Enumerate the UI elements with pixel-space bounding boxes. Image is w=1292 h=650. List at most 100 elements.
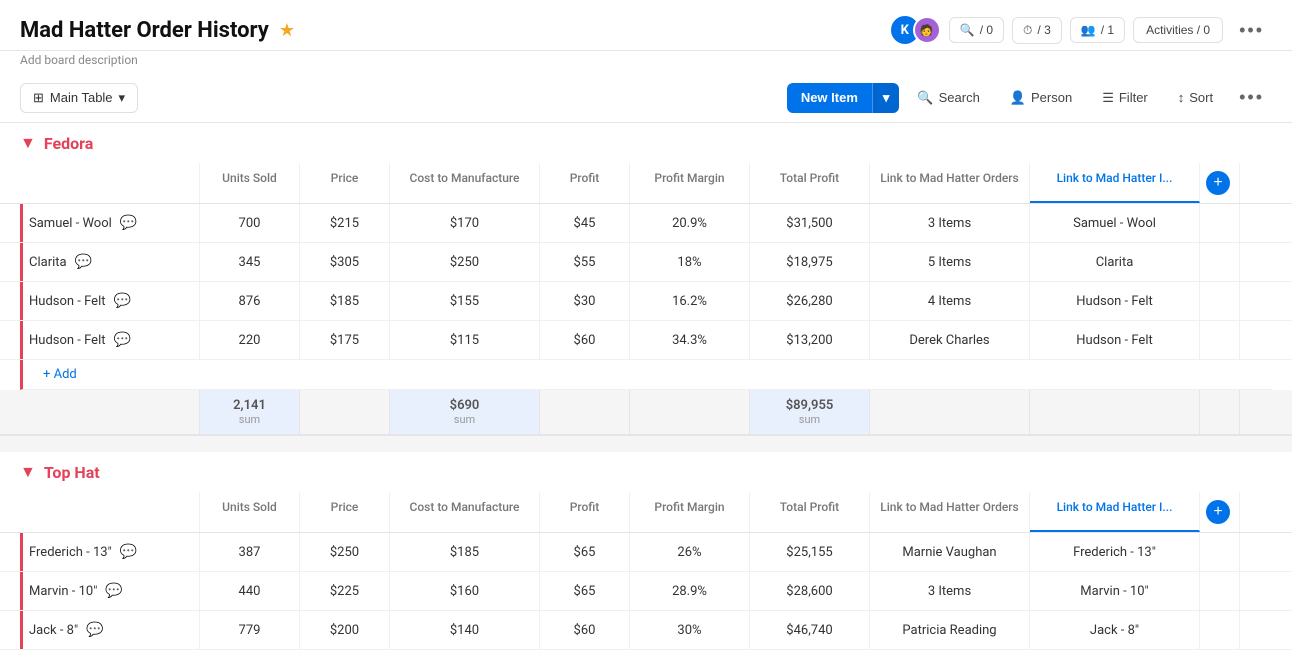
sum-total-profit-label: sum [799,413,820,426]
cell-total-profit: $13,200 [750,321,870,359]
comment-icon[interactable]: 💬 [86,622,103,638]
cell-name: Clarita 💬 [20,243,200,281]
col-link-orders-th[interactable]: Link to Mad Hatter Orders [870,492,1030,532]
cell-profit: $65 [540,533,630,571]
automation-button[interactable]: ⏱ / 3 [1012,17,1062,44]
cell-link-orders: 3 Items [870,572,1030,610]
new-item-button[interactable]: New Item ▾ [787,83,900,113]
comment-icon[interactable]: 💬 [75,254,92,270]
comment-icon[interactable]: 💬 [105,583,122,599]
comment-icon[interactable]: 💬 [113,293,130,309]
sum-total-profit-val: $89,955 [786,398,834,413]
search-count-button[interactable]: 🔍 / 0 [949,17,1004,43]
row-name: Jack - 8" [29,623,78,638]
person-button[interactable]: 👤 Person [998,84,1084,112]
sum-cell-price [300,390,390,434]
group-fedora: ▼ Fedora Units Sold Price Cost to Manufa… [0,123,1292,436]
cell-cost: $185 [390,533,540,571]
toolbar-right: New Item ▾ 🔍 Search 👤 Person ☰ Filter ↕ … [787,81,1272,114]
col-margin[interactable]: Profit Margin [630,163,750,203]
sum-cost-val: $690 [450,398,480,413]
group-toggle-tophat[interactable]: ▼ [20,462,36,482]
group-header-fedora: ▼ Fedora [0,123,1292,163]
col-link-orders[interactable]: Link to Mad Hatter Orders [870,163,1030,203]
avatar-group[interactable]: K 🧑 [889,14,941,46]
group-name-tophat[interactable]: Top Hat [44,463,100,482]
col-units-sold[interactable]: Units Sold [200,163,300,203]
invite-count: / 1 [1101,23,1114,37]
cell-link-orders: Marnie Vaughan [870,533,1030,571]
cell-margin: 28.9% [630,572,750,610]
col-cost[interactable]: Cost to Manufacture [390,163,540,203]
sum-cost-label: sum [454,413,475,426]
summary-row-fedora: 2,141 sum $690 sum $89,955 sum [0,390,1292,436]
col-headers-fedora: Units Sold Price Cost to Manufacture Pro… [0,163,1292,204]
cell-profit: $65 [540,572,630,610]
cell-extra [1200,204,1240,242]
toolbar-more-button[interactable]: ••• [1231,81,1272,114]
col-units-sold-th[interactable]: Units Sold [200,492,300,532]
chevron-down-icon: ▾ [119,90,126,106]
col-cost-th[interactable]: Cost to Manufacture [390,492,540,532]
sort-icon: ↕ [1178,90,1185,105]
header-more-button[interactable]: ••• [1231,15,1272,46]
cell-link-orders: 5 Items [870,243,1030,281]
col-profit-th[interactable]: Profit [540,492,630,532]
add-column-button-th[interactable]: + [1206,500,1230,524]
col-link-hatter-th[interactable]: Link to Mad Hatter I... [1030,492,1200,532]
filter-button[interactable]: ☰ Filter [1090,84,1160,112]
automation-icon: ⏱ [1023,23,1032,38]
cell-name: Samuel - Wool 💬 [20,204,200,242]
cell-link-hatter: Frederich - 13" [1030,533,1200,571]
search-button[interactable]: 🔍 Search [905,84,991,112]
comment-icon[interactable]: 💬 [120,215,137,231]
cell-extra [1200,321,1240,359]
col-price[interactable]: Price [300,163,390,203]
col-add-th[interactable]: + [1200,492,1240,532]
activities-label: Activities / 0 [1146,23,1210,37]
sum-cell-profit [540,390,630,434]
col-name-th [20,492,200,532]
cell-units: 220 [200,321,300,359]
row-name: Frederich - 13" [29,545,112,560]
cell-link-hatter: Hudson - Felt [1030,282,1200,320]
add-column-button[interactable]: + [1206,171,1230,195]
invite-button[interactable]: 👥 / 1 [1070,17,1125,43]
add-row-label: + Add [43,367,77,382]
col-total-profit-th[interactable]: Total Profit [750,492,870,532]
group-toggle-fedora[interactable]: ▼ [20,133,36,153]
person-icon: 👤 [1010,90,1026,106]
toolbar-left: ⊞ Main Table ▾ [20,83,138,113]
comment-icon[interactable]: 💬 [113,332,130,348]
cell-profit: $60 [540,321,630,359]
cell-cost: $170 [390,204,540,242]
col-profit[interactable]: Profit [540,163,630,203]
new-item-arrow-icon[interactable]: ▾ [872,83,900,113]
cell-margin: 18% [630,243,750,281]
new-item-label: New Item [787,83,872,112]
cell-margin: 16.2% [630,282,750,320]
col-add[interactable]: + [1200,163,1240,203]
board-subtitle[interactable]: Add board description [0,51,1292,73]
row-name: Marvin - 10" [29,584,97,599]
cell-margin: 26% [630,533,750,571]
cell-name: Marvin - 10" 💬 [20,572,200,610]
search-icon: 🔍 [917,90,933,106]
sum-cell-units: 2,141 sum [200,390,300,434]
top-bar: Mad Hatter Order History ★ K 🧑 🔍 / 0 ⏱ /… [0,0,1292,51]
col-price-th[interactable]: Price [300,492,390,532]
cell-cost: $115 [390,321,540,359]
col-margin-th[interactable]: Profit Margin [630,492,750,532]
cell-units: 440 [200,572,300,610]
group-name-fedora[interactable]: Fedora [44,134,93,153]
col-link-hatter[interactable]: Link to Mad Hatter I... [1030,163,1200,203]
col-total-profit[interactable]: Total Profit [750,163,870,203]
activities-button[interactable]: Activities / 0 [1133,17,1223,43]
person-label: Person [1031,90,1072,105]
comment-icon[interactable]: 💬 [120,544,137,560]
star-icon[interactable]: ★ [279,20,295,41]
add-row-fedora[interactable]: + Add [20,360,1272,390]
view-selector-button[interactable]: ⊞ Main Table ▾ [20,83,138,113]
sort-label: Sort [1189,90,1213,105]
sort-button[interactable]: ↕ Sort [1166,84,1225,111]
